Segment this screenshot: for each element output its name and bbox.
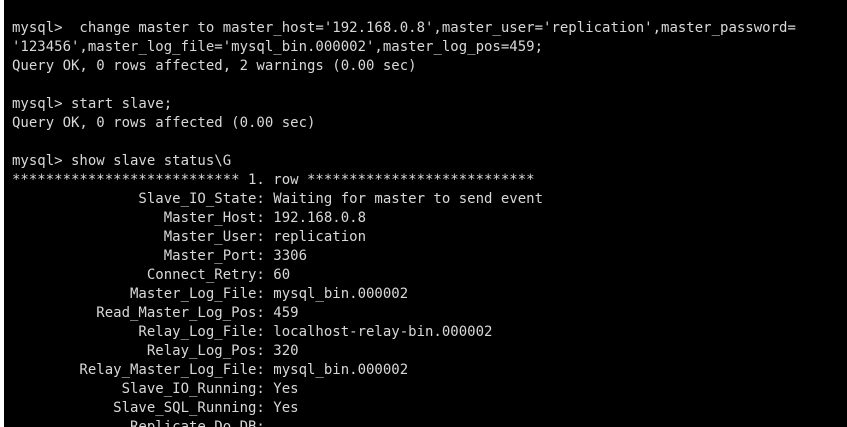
status-field-master-log-file: Master_Log_File: mysql_bin.000002 — [12, 286, 409, 302]
status-field-master-host: Master_Host: 192.168.0.8 — [12, 210, 367, 226]
status-field-connect-retry: Connect_Retry: 60 — [12, 267, 291, 283]
status-field-slave-io-running: Slave_IO_Running: Yes — [12, 381, 299, 397]
command-line-change-master: mysql> change master to master_host='192… — [12, 20, 796, 36]
status-field-replicate-do-db: Replicate_Do_DB: — [12, 419, 265, 427]
command-line-continuation: '123456',master_log_file='mysql_bin.0000… — [12, 39, 544, 55]
row-separator: *************************** 1. row *****… — [12, 172, 535, 188]
terminal-window[interactable]: mysql> change master to master_host='192… — [4, 0, 847, 427]
terminal-output: mysql> change master to master_host='192… — [12, 19, 796, 427]
command-line-show-slave-status: mysql> show slave status\G — [12, 153, 232, 169]
status-field-slave-io-state: Slave_IO_State: Waiting for master to se… — [12, 191, 544, 207]
command-line-start-slave: mysql> start slave; — [12, 96, 173, 112]
status-field-relay-master-log-file: Relay_Master_Log_File: mysql_bin.000002 — [12, 362, 409, 378]
status-field-relay-log-pos: Relay_Log_Pos: 320 — [12, 343, 299, 359]
status-field-master-port: Master_Port: 3306 — [12, 248, 308, 264]
status-field-read-master-log-pos: Read_Master_Log_Pos: 459 — [12, 305, 299, 321]
query-result: Query OK, 0 rows affected (0.00 sec) — [12, 115, 316, 131]
query-result: Query OK, 0 rows affected, 2 warnings (0… — [12, 58, 417, 74]
status-field-relay-log-file: Relay_Log_File: localhost-relay-bin.0000… — [12, 324, 493, 340]
status-field-slave-sql-running: Slave_SQL_Running: Yes — [12, 400, 299, 416]
status-field-master-user: Master_User: replication — [12, 229, 367, 245]
